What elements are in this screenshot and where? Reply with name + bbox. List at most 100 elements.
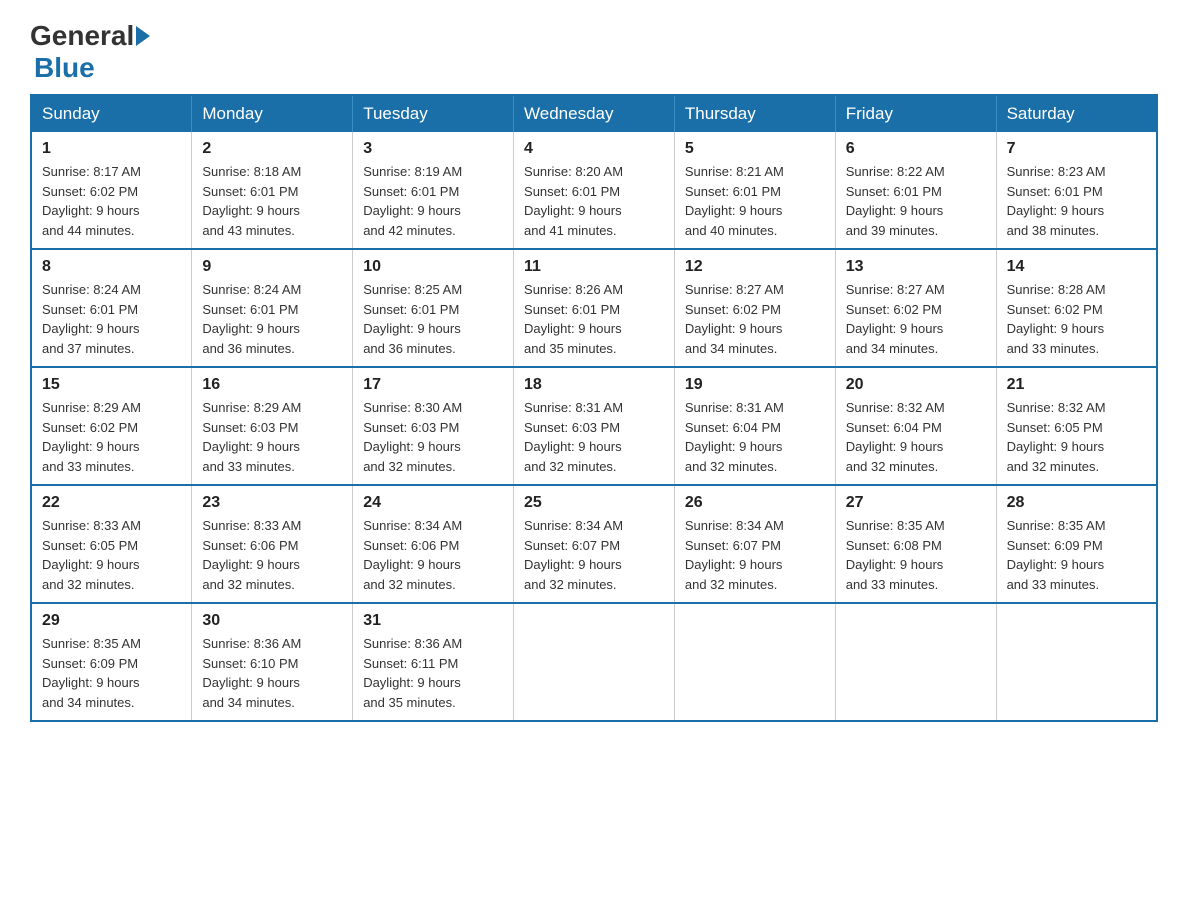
weekday-header-thursday: Thursday xyxy=(674,95,835,132)
day-number: 18 xyxy=(524,376,664,394)
calendar-cell: 3 Sunrise: 8:19 AMSunset: 6:01 PMDayligh… xyxy=(353,132,514,249)
day-info: Sunrise: 8:25 AMSunset: 6:01 PMDaylight:… xyxy=(363,280,503,358)
calendar-cell xyxy=(835,603,996,721)
day-info: Sunrise: 8:23 AMSunset: 6:01 PMDaylight:… xyxy=(1007,162,1146,240)
calendar-cell: 30 Sunrise: 8:36 AMSunset: 6:10 PMDaylig… xyxy=(192,603,353,721)
day-number: 24 xyxy=(363,494,503,512)
day-info: Sunrise: 8:29 AMSunset: 6:02 PMDaylight:… xyxy=(42,398,181,476)
day-info: Sunrise: 8:36 AMSunset: 6:11 PMDaylight:… xyxy=(363,634,503,712)
day-number: 20 xyxy=(846,376,986,394)
day-info: Sunrise: 8:19 AMSunset: 6:01 PMDaylight:… xyxy=(363,162,503,240)
calendar-cell xyxy=(996,603,1157,721)
calendar-cell: 26 Sunrise: 8:34 AMSunset: 6:07 PMDaylig… xyxy=(674,485,835,603)
day-info: Sunrise: 8:36 AMSunset: 6:10 PMDaylight:… xyxy=(202,634,342,712)
day-info: Sunrise: 8:17 AMSunset: 6:02 PMDaylight:… xyxy=(42,162,181,240)
calendar-cell: 31 Sunrise: 8:36 AMSunset: 6:11 PMDaylig… xyxy=(353,603,514,721)
calendar-cell: 5 Sunrise: 8:21 AMSunset: 6:01 PMDayligh… xyxy=(674,132,835,249)
weekday-header-saturday: Saturday xyxy=(996,95,1157,132)
day-info: Sunrise: 8:35 AMSunset: 6:09 PMDaylight:… xyxy=(42,634,181,712)
calendar-cell: 15 Sunrise: 8:29 AMSunset: 6:02 PMDaylig… xyxy=(31,367,192,485)
day-info: Sunrise: 8:29 AMSunset: 6:03 PMDaylight:… xyxy=(202,398,342,476)
calendar-cell: 12 Sunrise: 8:27 AMSunset: 6:02 PMDaylig… xyxy=(674,249,835,367)
day-number: 30 xyxy=(202,612,342,630)
calendar-cell: 16 Sunrise: 8:29 AMSunset: 6:03 PMDaylig… xyxy=(192,367,353,485)
calendar-cell: 10 Sunrise: 8:25 AMSunset: 6:01 PMDaylig… xyxy=(353,249,514,367)
calendar-cell: 20 Sunrise: 8:32 AMSunset: 6:04 PMDaylig… xyxy=(835,367,996,485)
calendar-cell: 13 Sunrise: 8:27 AMSunset: 6:02 PMDaylig… xyxy=(835,249,996,367)
day-info: Sunrise: 8:33 AMSunset: 6:06 PMDaylight:… xyxy=(202,516,342,594)
day-info: Sunrise: 8:32 AMSunset: 6:05 PMDaylight:… xyxy=(1007,398,1146,476)
calendar-cell: 29 Sunrise: 8:35 AMSunset: 6:09 PMDaylig… xyxy=(31,603,192,721)
day-info: Sunrise: 8:32 AMSunset: 6:04 PMDaylight:… xyxy=(846,398,986,476)
day-info: Sunrise: 8:31 AMSunset: 6:03 PMDaylight:… xyxy=(524,398,664,476)
day-number: 8 xyxy=(42,258,181,276)
day-number: 29 xyxy=(42,612,181,630)
calendar-cell: 21 Sunrise: 8:32 AMSunset: 6:05 PMDaylig… xyxy=(996,367,1157,485)
day-number: 6 xyxy=(846,140,986,158)
calendar-cell: 18 Sunrise: 8:31 AMSunset: 6:03 PMDaylig… xyxy=(514,367,675,485)
calendar-cell: 24 Sunrise: 8:34 AMSunset: 6:06 PMDaylig… xyxy=(353,485,514,603)
day-number: 26 xyxy=(685,494,825,512)
calendar-week-row: 1 Sunrise: 8:17 AMSunset: 6:02 PMDayligh… xyxy=(31,132,1157,249)
weekday-header-tuesday: Tuesday xyxy=(353,95,514,132)
calendar-cell: 11 Sunrise: 8:26 AMSunset: 6:01 PMDaylig… xyxy=(514,249,675,367)
calendar-cell: 7 Sunrise: 8:23 AMSunset: 6:01 PMDayligh… xyxy=(996,132,1157,249)
day-number: 23 xyxy=(202,494,342,512)
day-info: Sunrise: 8:24 AMSunset: 6:01 PMDaylight:… xyxy=(202,280,342,358)
calendar-cell: 4 Sunrise: 8:20 AMSunset: 6:01 PMDayligh… xyxy=(514,132,675,249)
day-number: 21 xyxy=(1007,376,1146,394)
day-number: 16 xyxy=(202,376,342,394)
weekday-header-wednesday: Wednesday xyxy=(514,95,675,132)
day-number: 15 xyxy=(42,376,181,394)
calendar-cell: 9 Sunrise: 8:24 AMSunset: 6:01 PMDayligh… xyxy=(192,249,353,367)
logo-general-text: General xyxy=(30,20,134,52)
day-number: 10 xyxy=(363,258,503,276)
logo: General Blue xyxy=(30,20,152,84)
day-info: Sunrise: 8:18 AMSunset: 6:01 PMDaylight:… xyxy=(202,162,342,240)
calendar-cell: 23 Sunrise: 8:33 AMSunset: 6:06 PMDaylig… xyxy=(192,485,353,603)
day-number: 28 xyxy=(1007,494,1146,512)
calendar-cell: 1 Sunrise: 8:17 AMSunset: 6:02 PMDayligh… xyxy=(31,132,192,249)
logo-triangle-icon xyxy=(136,26,150,46)
day-info: Sunrise: 8:33 AMSunset: 6:05 PMDaylight:… xyxy=(42,516,181,594)
calendar-cell: 17 Sunrise: 8:30 AMSunset: 6:03 PMDaylig… xyxy=(353,367,514,485)
calendar-cell xyxy=(514,603,675,721)
calendar-week-row: 15 Sunrise: 8:29 AMSunset: 6:02 PMDaylig… xyxy=(31,367,1157,485)
day-info: Sunrise: 8:27 AMSunset: 6:02 PMDaylight:… xyxy=(846,280,986,358)
day-info: Sunrise: 8:35 AMSunset: 6:09 PMDaylight:… xyxy=(1007,516,1146,594)
page-header: General Blue xyxy=(30,20,1158,84)
day-info: Sunrise: 8:22 AMSunset: 6:01 PMDaylight:… xyxy=(846,162,986,240)
day-info: Sunrise: 8:30 AMSunset: 6:03 PMDaylight:… xyxy=(363,398,503,476)
day-info: Sunrise: 8:34 AMSunset: 6:07 PMDaylight:… xyxy=(685,516,825,594)
day-number: 14 xyxy=(1007,258,1146,276)
day-number: 4 xyxy=(524,140,664,158)
weekday-header-monday: Monday xyxy=(192,95,353,132)
day-number: 9 xyxy=(202,258,342,276)
calendar-cell: 22 Sunrise: 8:33 AMSunset: 6:05 PMDaylig… xyxy=(31,485,192,603)
day-number: 19 xyxy=(685,376,825,394)
calendar-cell: 14 Sunrise: 8:28 AMSunset: 6:02 PMDaylig… xyxy=(996,249,1157,367)
day-number: 17 xyxy=(363,376,503,394)
day-number: 25 xyxy=(524,494,664,512)
calendar-table: SundayMondayTuesdayWednesdayThursdayFrid… xyxy=(30,94,1158,722)
calendar-week-row: 29 Sunrise: 8:35 AMSunset: 6:09 PMDaylig… xyxy=(31,603,1157,721)
day-number: 13 xyxy=(846,258,986,276)
day-number: 1 xyxy=(42,140,181,158)
day-number: 5 xyxy=(685,140,825,158)
day-number: 3 xyxy=(363,140,503,158)
calendar-cell: 2 Sunrise: 8:18 AMSunset: 6:01 PMDayligh… xyxy=(192,132,353,249)
day-info: Sunrise: 8:26 AMSunset: 6:01 PMDaylight:… xyxy=(524,280,664,358)
day-info: Sunrise: 8:28 AMSunset: 6:02 PMDaylight:… xyxy=(1007,280,1146,358)
day-info: Sunrise: 8:21 AMSunset: 6:01 PMDaylight:… xyxy=(685,162,825,240)
weekday-header-sunday: Sunday xyxy=(31,95,192,132)
calendar-cell: 28 Sunrise: 8:35 AMSunset: 6:09 PMDaylig… xyxy=(996,485,1157,603)
calendar-header-row: SundayMondayTuesdayWednesdayThursdayFrid… xyxy=(31,95,1157,132)
day-number: 7 xyxy=(1007,140,1146,158)
calendar-cell: 6 Sunrise: 8:22 AMSunset: 6:01 PMDayligh… xyxy=(835,132,996,249)
calendar-cell: 19 Sunrise: 8:31 AMSunset: 6:04 PMDaylig… xyxy=(674,367,835,485)
calendar-cell: 27 Sunrise: 8:35 AMSunset: 6:08 PMDaylig… xyxy=(835,485,996,603)
day-number: 2 xyxy=(202,140,342,158)
day-number: 11 xyxy=(524,258,664,276)
day-info: Sunrise: 8:35 AMSunset: 6:08 PMDaylight:… xyxy=(846,516,986,594)
weekday-header-friday: Friday xyxy=(835,95,996,132)
